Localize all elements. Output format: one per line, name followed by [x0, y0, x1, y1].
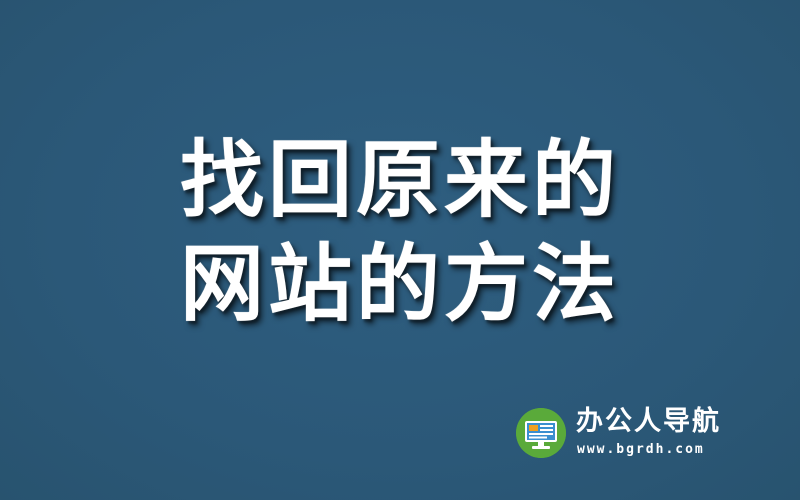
headline-line-1: 找回原来的	[179, 131, 620, 229]
brand-name: 办公人导航	[576, 406, 721, 437]
monitor-icon	[516, 408, 566, 458]
brand-url: www.bgrdh.com	[577, 442, 705, 457]
cover-image: 找回原来的 网站的方法 办公人导航 www.bgrdh.com	[0, 0, 800, 500]
headline: 找回原来的 网站的方法	[0, 128, 800, 336]
brand-watermark: 办公人导航 www.bgrdh.com	[516, 404, 756, 464]
headline-line-2: 网站的方法	[179, 235, 620, 333]
